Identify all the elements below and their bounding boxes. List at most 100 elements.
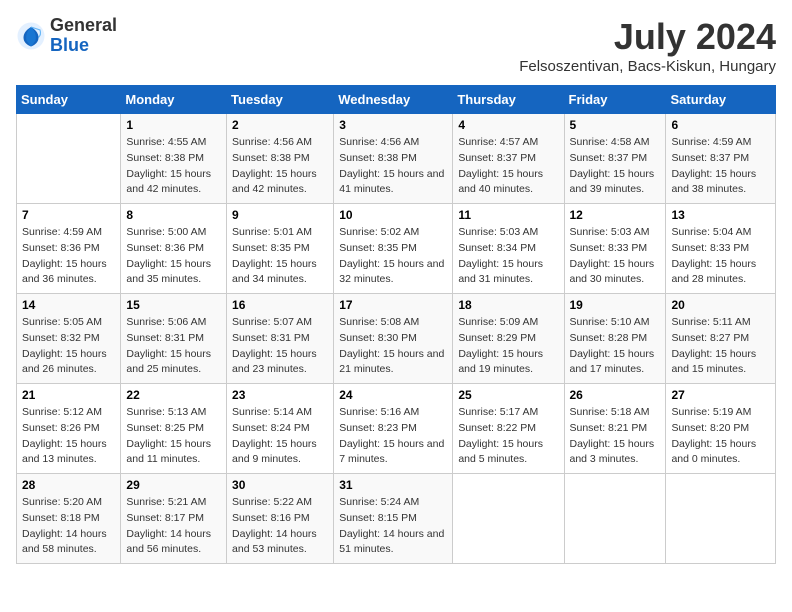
logo-blue: Blue xyxy=(50,36,117,56)
calendar-cell: 20Sunrise: 5:11 AMSunset: 8:27 PMDayligh… xyxy=(666,294,776,384)
calendar-cell: 6 Sunrise: 4:59 AMSunset: 8:37 PMDaylight… xyxy=(666,114,776,204)
day-info: Sunrise: 4:58 AMSunset: 8:37 PMDaylight:… xyxy=(570,135,661,198)
calendar-cell: 8 Sunrise: 5:00 AMSunset: 8:36 PMDaylight… xyxy=(121,204,227,294)
day-info: Sunrise: 4:59 AMSunset: 8:37 PMDaylight:… xyxy=(671,135,770,198)
calendar-cell: 18 Sunrise: 5:09 AMSunset: 8:29 PMDayligh… xyxy=(453,294,564,384)
day-info: Sunrise: 5:11 AMSunset: 8:27 PMDaylight:… xyxy=(671,315,770,378)
day-number: 28 xyxy=(22,478,115,492)
day-info: Sunrise: 5:14 AMSunset: 8:24 PMDaylight:… xyxy=(232,405,328,468)
day-number: 14 xyxy=(22,298,115,312)
calendar-cell: 31 Sunrise: 5:24 AMSunset: 8:15 PMDayligh… xyxy=(334,474,453,564)
day-info: Sunrise: 5:02 AMSunset: 8:35 PMDaylight:… xyxy=(339,225,447,288)
day-number: 11 xyxy=(458,208,558,222)
day-info: Sunrise: 5:24 AMSunset: 8:15 PMDaylight:… xyxy=(339,495,447,558)
day-number: 26 xyxy=(570,388,661,402)
day-info: Sunrise: 5:00 AMSunset: 8:36 PMDaylight:… xyxy=(126,225,221,288)
calendar-cell: 13Sunrise: 5:04 AMSunset: 8:33 PMDayligh… xyxy=(666,204,776,294)
col-saturday: Saturday xyxy=(666,86,776,114)
logo-text: General Blue xyxy=(50,16,117,56)
logo: General Blue xyxy=(16,16,117,56)
calendar-cell: 11 Sunrise: 5:03 AMSunset: 8:34 PMDayligh… xyxy=(453,204,564,294)
calendar-table: Sunday Monday Tuesday Wednesday Thursday… xyxy=(16,85,776,564)
calendar-body: 1Sunrise: 4:55 AMSunset: 8:38 PMDaylight… xyxy=(17,114,776,564)
day-number: 25 xyxy=(458,388,558,402)
calendar-cell: 16 Sunrise: 5:07 AMSunset: 8:31 PMDayligh… xyxy=(227,294,334,384)
day-info: Sunrise: 5:03 AMSunset: 8:34 PMDaylight:… xyxy=(458,225,558,288)
day-number: 6 xyxy=(671,118,770,132)
calendar-cell: 15 Sunrise: 5:06 AMSunset: 8:31 PMDayligh… xyxy=(121,294,227,384)
day-number: 1 xyxy=(126,118,221,132)
col-sunday: Sunday xyxy=(17,86,121,114)
calendar-cell: 12 Sunrise: 5:03 AMSunset: 8:33 PMDayligh… xyxy=(564,204,666,294)
day-info: Sunrise: 5:16 AMSunset: 8:23 PMDaylight:… xyxy=(339,405,447,468)
calendar-cell xyxy=(17,114,121,204)
calendar-cell: 9 Sunrise: 5:01 AMSunset: 8:35 PMDaylight… xyxy=(227,204,334,294)
day-info: Sunrise: 5:19 AMSunset: 8:20 PMDaylight:… xyxy=(671,405,770,468)
calendar-cell: 4 Sunrise: 4:57 AMSunset: 8:37 PMDaylight… xyxy=(453,114,564,204)
day-info: Sunrise: 5:20 AMSunset: 8:18 PMDaylight:… xyxy=(22,495,115,558)
calendar-cell: 24Sunrise: 5:16 AMSunset: 8:23 PMDayligh… xyxy=(334,384,453,474)
calendar-cell: 10 Sunrise: 5:02 AMSunset: 8:35 PMDayligh… xyxy=(334,204,453,294)
day-number: 16 xyxy=(232,298,328,312)
calendar-cell xyxy=(453,474,564,564)
main-title: July 2024 xyxy=(519,16,776,58)
day-number: 27 xyxy=(671,388,770,402)
day-info: Sunrise: 4:57 AMSunset: 8:37 PMDaylight:… xyxy=(458,135,558,198)
day-info: Sunrise: 4:59 AMSunset: 8:36 PMDaylight:… xyxy=(22,225,115,288)
day-number: 7 xyxy=(22,208,115,222)
col-tuesday: Tuesday xyxy=(227,86,334,114)
day-number: 4 xyxy=(458,118,558,132)
day-number: 9 xyxy=(232,208,328,222)
calendar-cell: 3Sunrise: 4:56 AMSunset: 8:38 PMDaylight… xyxy=(334,114,453,204)
day-info: Sunrise: 5:18 AMSunset: 8:21 PMDaylight:… xyxy=(570,405,661,468)
day-info: Sunrise: 5:22 AMSunset: 8:16 PMDaylight:… xyxy=(232,495,328,558)
day-number: 23 xyxy=(232,388,328,402)
calendar-cell: 5 Sunrise: 4:58 AMSunset: 8:37 PMDaylight… xyxy=(564,114,666,204)
day-info: Sunrise: 5:04 AMSunset: 8:33 PMDaylight:… xyxy=(671,225,770,288)
day-info: Sunrise: 5:05 AMSunset: 8:32 PMDaylight:… xyxy=(22,315,115,378)
calendar-cell: 23 Sunrise: 5:14 AMSunset: 8:24 PMDayligh… xyxy=(227,384,334,474)
calendar-cell xyxy=(564,474,666,564)
day-info: Sunrise: 5:09 AMSunset: 8:29 PMDaylight:… xyxy=(458,315,558,378)
calendar-cell: 14 Sunrise: 5:05 AMSunset: 8:32 PMDayligh… xyxy=(17,294,121,384)
day-info: Sunrise: 5:07 AMSunset: 8:31 PMDaylight:… xyxy=(232,315,328,378)
calendar-cell: 19Sunrise: 5:10 AMSunset: 8:28 PMDayligh… xyxy=(564,294,666,384)
calendar-cell: 28 Sunrise: 5:20 AMSunset: 8:18 PMDayligh… xyxy=(17,474,121,564)
col-friday: Friday xyxy=(564,86,666,114)
day-number: 22 xyxy=(126,388,221,402)
calendar-cell: 29Sunrise: 5:21 AMSunset: 8:17 PMDayligh… xyxy=(121,474,227,564)
day-info: Sunrise: 5:06 AMSunset: 8:31 PMDaylight:… xyxy=(126,315,221,378)
calendar-cell: 2 Sunrise: 4:56 AMSunset: 8:38 PMDaylight… xyxy=(227,114,334,204)
day-number: 17 xyxy=(339,298,447,312)
calendar-cell: 26 Sunrise: 5:18 AMSunset: 8:21 PMDayligh… xyxy=(564,384,666,474)
day-info: Sunrise: 5:17 AMSunset: 8:22 PMDaylight:… xyxy=(458,405,558,468)
calendar-cell: 27 Sunrise: 5:19 AMSunset: 8:20 PMDayligh… xyxy=(666,384,776,474)
day-info: Sunrise: 4:56 AMSunset: 8:38 PMDaylight:… xyxy=(232,135,328,198)
day-number: 3 xyxy=(339,118,447,132)
day-number: 19 xyxy=(570,298,661,312)
subtitle: Felsoszentivan, Bacs-Kiskun, Hungary xyxy=(519,58,776,75)
day-number: 29 xyxy=(126,478,221,492)
day-number: 31 xyxy=(339,478,447,492)
calendar-cell: 7 Sunrise: 4:59 AMSunset: 8:36 PMDaylight… xyxy=(17,204,121,294)
calendar-cell: 25 Sunrise: 5:17 AMSunset: 8:22 PMDayligh… xyxy=(453,384,564,474)
day-number: 12 xyxy=(570,208,661,222)
day-number: 10 xyxy=(339,208,447,222)
day-number: 18 xyxy=(458,298,558,312)
page-header: General Blue July 2024 Felsoszentivan, B… xyxy=(16,16,776,75)
day-info: Sunrise: 5:12 AMSunset: 8:26 PMDaylight:… xyxy=(22,405,115,468)
day-info: Sunrise: 5:03 AMSunset: 8:33 PMDaylight:… xyxy=(570,225,661,288)
col-thursday: Thursday xyxy=(453,86,564,114)
day-number: 30 xyxy=(232,478,328,492)
day-number: 15 xyxy=(126,298,221,312)
day-number: 21 xyxy=(22,388,115,402)
day-number: 8 xyxy=(126,208,221,222)
calendar-cell: 30 Sunrise: 5:22 AMSunset: 8:16 PMDayligh… xyxy=(227,474,334,564)
col-monday: Monday xyxy=(121,86,227,114)
logo-icon xyxy=(16,21,46,51)
day-number: 2 xyxy=(232,118,328,132)
calendar-header: Sunday Monday Tuesday Wednesday Thursday… xyxy=(17,86,776,114)
day-info: Sunrise: 5:01 AMSunset: 8:35 PMDaylight:… xyxy=(232,225,328,288)
day-number: 5 xyxy=(570,118,661,132)
logo-general: General xyxy=(50,16,117,36)
